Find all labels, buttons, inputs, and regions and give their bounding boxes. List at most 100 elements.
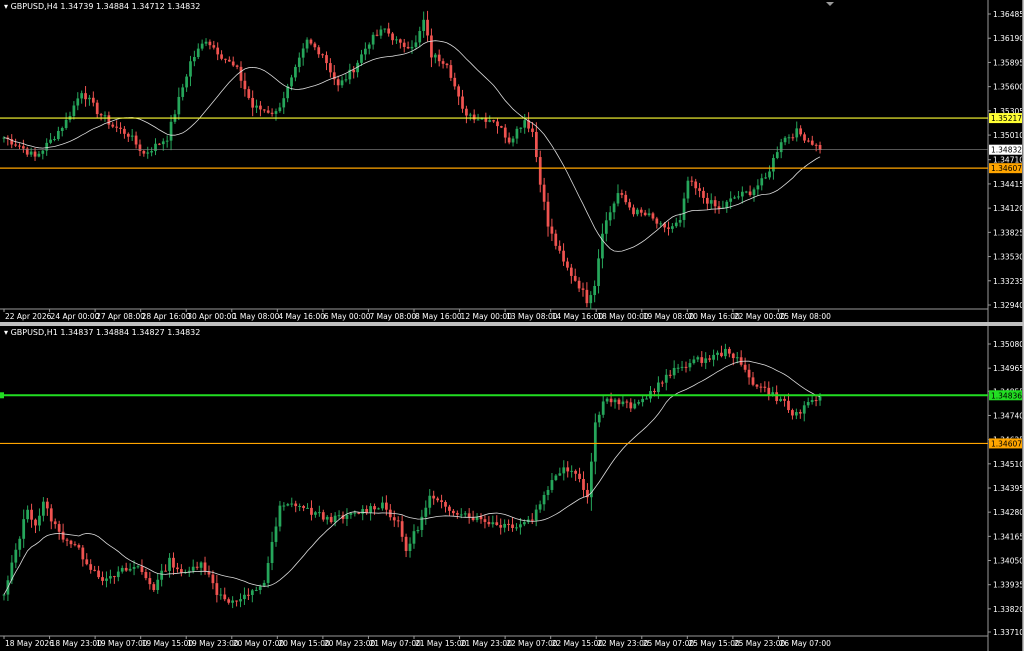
candle (586, 483, 589, 504)
candle (558, 240, 562, 254)
price-tick-label: 1.34415 (993, 180, 1022, 189)
candle (641, 395, 645, 407)
h4-chart-canvas[interactable]: 1.364851.361901.358951.356001.353051.350… (0, 0, 1022, 322)
candle (211, 570, 215, 590)
candle (414, 35, 418, 50)
candle (72, 101, 76, 120)
candle (566, 461, 570, 478)
candle (266, 556, 270, 588)
candle (655, 216, 659, 229)
candle (173, 109, 177, 124)
chart-pane-h4[interactable]: 1.36485 1.36190 1.35895 1.35600 1.35305 1.350… (0, 0, 1023, 322)
candle (760, 173, 764, 191)
candle (353, 510, 357, 517)
time-tick-label: 18 May 23:00 (51, 639, 103, 648)
chart-shift-icon[interactable] (826, 2, 834, 6)
candle (377, 507, 380, 510)
price-level-label: 1.34836 (991, 391, 1022, 400)
candle (467, 508, 471, 524)
time-tick-label: 26 May 07:00 (779, 639, 831, 648)
time-tick-label: 4 May 16:00 (278, 312, 325, 321)
candle (282, 91, 286, 114)
line-handle[interactable] (0, 392, 4, 399)
candle (49, 504, 53, 530)
candle (60, 126, 64, 137)
candle (111, 122, 115, 129)
candle (73, 541, 77, 547)
candle (165, 135, 169, 148)
candle (156, 573, 160, 594)
candle (278, 102, 282, 113)
candle (671, 222, 674, 233)
candle (422, 11, 426, 38)
candle (364, 42, 367, 61)
candle (282, 502, 286, 511)
candle (582, 471, 585, 497)
candle (297, 52, 301, 73)
candle (88, 94, 91, 106)
candle (398, 38, 402, 49)
candle (484, 112, 488, 129)
candle (301, 43, 305, 66)
price-tick-label: 1.35010 (993, 131, 1022, 140)
time-tick-label: 20 May 15:00 (278, 639, 330, 648)
candle (720, 345, 723, 358)
candle (172, 552, 175, 575)
candle (488, 115, 492, 123)
header-triangle-icon[interactable]: ▾ (4, 328, 8, 337)
candle (91, 91, 95, 107)
candle (465, 105, 468, 124)
candle (379, 25, 383, 39)
candle (14, 543, 18, 569)
candle (95, 99, 99, 118)
candle (130, 128, 134, 141)
candle (154, 138, 157, 156)
candle (77, 543, 81, 550)
time-tick-label: 18 May 00:00 (597, 312, 649, 321)
candle (243, 72, 247, 97)
time-tick-label: 20 May 16:00 (688, 312, 740, 321)
candle (387, 22, 391, 37)
candle (562, 460, 566, 481)
candle (448, 504, 451, 517)
candle (690, 176, 694, 187)
candle (574, 469, 577, 481)
candle (538, 500, 542, 513)
candle (49, 133, 52, 145)
candle (204, 38, 208, 47)
candle (546, 486, 550, 501)
candle (270, 531, 274, 571)
candle (735, 352, 739, 364)
candle (550, 472, 554, 493)
header-triangle-icon[interactable]: ▾ (4, 2, 8, 11)
candle (101, 571, 104, 586)
ohlc-values: 1.34739 1.34884 1.34712 1.34832 (60, 2, 201, 11)
h1-chart-canvas[interactable]: 1.350801.349651.348551.347401.346251.345… (0, 326, 1022, 651)
candle (709, 193, 713, 210)
chart-pane-h1[interactable]: 1.350801.349651.348551.347401.346251.345… (0, 326, 1023, 651)
candle (369, 503, 372, 521)
candle (643, 209, 647, 217)
candle (499, 518, 503, 535)
h1-chart-header: ▾ GBPUSD,H1 1.34837 1.34884 1.34827 1.34… (4, 328, 200, 337)
candle (791, 133, 795, 141)
candle (107, 111, 111, 129)
candle (700, 351, 704, 367)
candle (452, 508, 455, 516)
price-level-label: 1.35217 (991, 114, 1022, 123)
candle (164, 564, 167, 572)
candle (396, 516, 400, 528)
candle (223, 587, 227, 602)
candle (332, 65, 336, 86)
candle (479, 513, 483, 524)
candle (676, 363, 680, 373)
candle (629, 398, 633, 412)
price-tick-label: 1.35080 (993, 340, 1022, 349)
candle (601, 223, 604, 269)
price-tick-label: 1.34395 (993, 484, 1022, 493)
candle (195, 561, 199, 570)
symbol-label: GBPUSD,H4 (10, 2, 58, 11)
candle (321, 509, 325, 522)
candle (647, 208, 651, 217)
candle (601, 394, 605, 418)
